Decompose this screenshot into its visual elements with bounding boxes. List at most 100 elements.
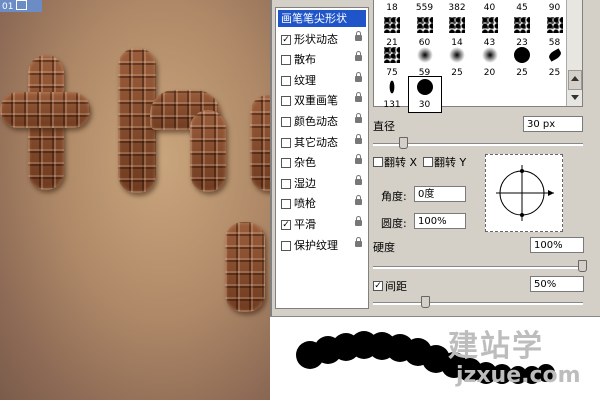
brush-tip[interactable]: 18 — [376, 0, 408, 15]
document-canvas[interactable]: 01 — [0, 0, 270, 400]
lock-icon[interactable] — [355, 113, 362, 123]
brush-tip-scrollbar[interactable] — [566, 0, 582, 106]
brush-tip-size: 30 — [418, 100, 431, 110]
lock-icon[interactable] — [355, 174, 362, 185]
brush-option-label: 平滑 — [294, 218, 316, 231]
flip-y-checkbox[interactable] — [423, 157, 433, 167]
brush-tip-shape-icon — [481, 17, 498, 33]
brush-option-item[interactable]: 画笔笔尖形状 — [278, 10, 366, 27]
brush-option-label: 保护纹理 — [294, 238, 338, 252]
brush-tip-shape-icon — [514, 17, 530, 33]
brush-option-checkbox[interactable] — [281, 158, 291, 169]
brush-tip[interactable]: 30 — [407, 76, 442, 113]
brush-option-checkbox[interactable] — [281, 137, 291, 148]
brush-option-label: 其它动态 — [294, 135, 338, 149]
brush-option-label: 纹理 — [294, 73, 316, 87]
brush-option-checkbox[interactable] — [281, 96, 291, 107]
brush-option-item[interactable]: 杂色 — [278, 154, 366, 171]
brush-option-label: 喷枪 — [294, 197, 316, 211]
spacing-slider-thumb[interactable] — [421, 296, 430, 308]
brush-option-item[interactable]: 喷枪 — [278, 195, 366, 212]
spacing-checkbox[interactable]: ✓ — [373, 281, 383, 291]
brush-option-checkbox[interactable] — [281, 55, 291, 66]
flip-x-checkbox[interactable] — [373, 157, 383, 167]
lock-icon[interactable] — [355, 71, 362, 82]
brush-tip-shape-icon — [416, 79, 433, 95]
lock-icon[interactable] — [355, 133, 362, 144]
brush-tip-shape-icon — [384, 47, 400, 63]
brush-tip-size: 20 — [483, 68, 496, 78]
stroke-preview-graphic — [296, 331, 555, 384]
brush-tip-size: 559 — [415, 3, 434, 13]
brush-tip-shape-icon — [514, 47, 530, 63]
lock-icon[interactable] — [355, 92, 362, 103]
brush-option-label: 湿边 — [294, 176, 316, 190]
hardness-field[interactable]: 100% — [530, 237, 584, 253]
brush-option-label: 双重画笔 — [294, 94, 338, 108]
document-tab-label: 01 — [2, 2, 14, 12]
angle-crosshair-icon — [496, 165, 554, 221]
lock-icon[interactable] — [355, 51, 362, 62]
brush-option-label: 杂色 — [294, 156, 316, 170]
roundness-field[interactable]: 100% — [414, 213, 466, 229]
scroll-down-icon[interactable] — [571, 95, 579, 100]
brush-tip[interactable]: 20 — [474, 45, 506, 80]
brush-tip-shape-icon — [389, 80, 395, 94]
angle-roundness-widget[interactable] — [485, 154, 563, 232]
brush-option-item[interactable]: 颜色动态 — [278, 113, 366, 130]
brush-option-item[interactable]: ✓ 形状动态 — [278, 30, 366, 48]
chocolate-letter-h-leg — [190, 110, 226, 192]
brush-tip-shape-icon — [449, 47, 465, 63]
brush-option-item[interactable]: 保护纹理 — [278, 236, 366, 254]
lock-icon[interactable] — [355, 195, 362, 206]
brush-tip-size: 25 — [516, 68, 528, 78]
brush-option-item[interactable]: 纹理 — [278, 71, 366, 89]
brush-tip[interactable]: 559 — [409, 0, 441, 15]
brush-option-item[interactable]: 双重画笔 — [278, 92, 366, 109]
brush-tip-shape-icon — [546, 48, 563, 62]
brush-tip[interactable]: 45 — [506, 0, 538, 15]
diameter-label: 直径 — [373, 120, 395, 133]
lock-icon[interactable] — [355, 216, 362, 226]
brush-tip-shape-icon — [416, 17, 433, 33]
angle-field[interactable]: 0度 — [414, 186, 466, 202]
brush-tip[interactable]: 75 — [376, 45, 408, 80]
spacing-field[interactable]: 50% — [530, 276, 584, 292]
brush-option-checkbox[interactable]: ✓ — [281, 34, 291, 45]
hardness-slider-thumb[interactable] — [578, 260, 587, 272]
brush-tip-size: 25 — [451, 68, 463, 78]
diameter-field[interactable]: 30 px — [523, 116, 583, 132]
watermark-url: jzxue.com — [456, 363, 581, 388]
brush-option-checkbox[interactable] — [281, 240, 291, 251]
chocolate-letter-e — [250, 95, 270, 191]
brush-tip[interactable]: 25 — [506, 45, 538, 80]
brush-tip-shape-icon — [481, 47, 498, 63]
brush-option-item[interactable]: 其它动态 — [278, 133, 366, 151]
brush-option-checkbox[interactable] — [281, 178, 291, 189]
brush-option-label: 形状动态 — [294, 32, 338, 46]
brush-tip[interactable]: 131 — [376, 77, 408, 112]
spacing-slider-track[interactable] — [373, 302, 583, 305]
brush-tip[interactable]: 382 — [441, 0, 473, 15]
brush-option-item[interactable]: 湿边 — [278, 174, 366, 192]
brush-option-checkbox[interactable]: ✓ — [281, 220, 291, 230]
brush-tip[interactable]: 40 — [474, 0, 506, 15]
lock-icon[interactable] — [355, 30, 362, 41]
brush-option-checkbox[interactable] — [281, 117, 291, 127]
diameter-slider-thumb[interactable] — [399, 137, 408, 149]
brush-option-item[interactable]: 散布 — [278, 51, 366, 68]
tab-close-icon[interactable] — [16, 0, 28, 10]
brush-tip[interactable]: 59 — [409, 45, 441, 80]
stroke-preview: 建站学 jzxue.com — [270, 316, 600, 401]
scroll-up-icon[interactable] — [571, 76, 579, 81]
lock-icon[interactable] — [355, 154, 362, 165]
hardness-slider-track[interactable] — [373, 266, 583, 269]
roundness-label: 圆度: — [381, 217, 407, 230]
brush-option-checkbox[interactable] — [281, 75, 291, 86]
brush-option-item[interactable]: ✓ 平滑 — [278, 216, 366, 233]
brush-tip[interactable]: 25 — [441, 45, 473, 80]
watermark-title: 建站学 — [448, 329, 544, 364]
brush-option-checkbox[interactable] — [281, 199, 291, 210]
lock-icon[interactable] — [355, 236, 362, 247]
document-tab[interactable]: 01 — [0, 0, 42, 12]
